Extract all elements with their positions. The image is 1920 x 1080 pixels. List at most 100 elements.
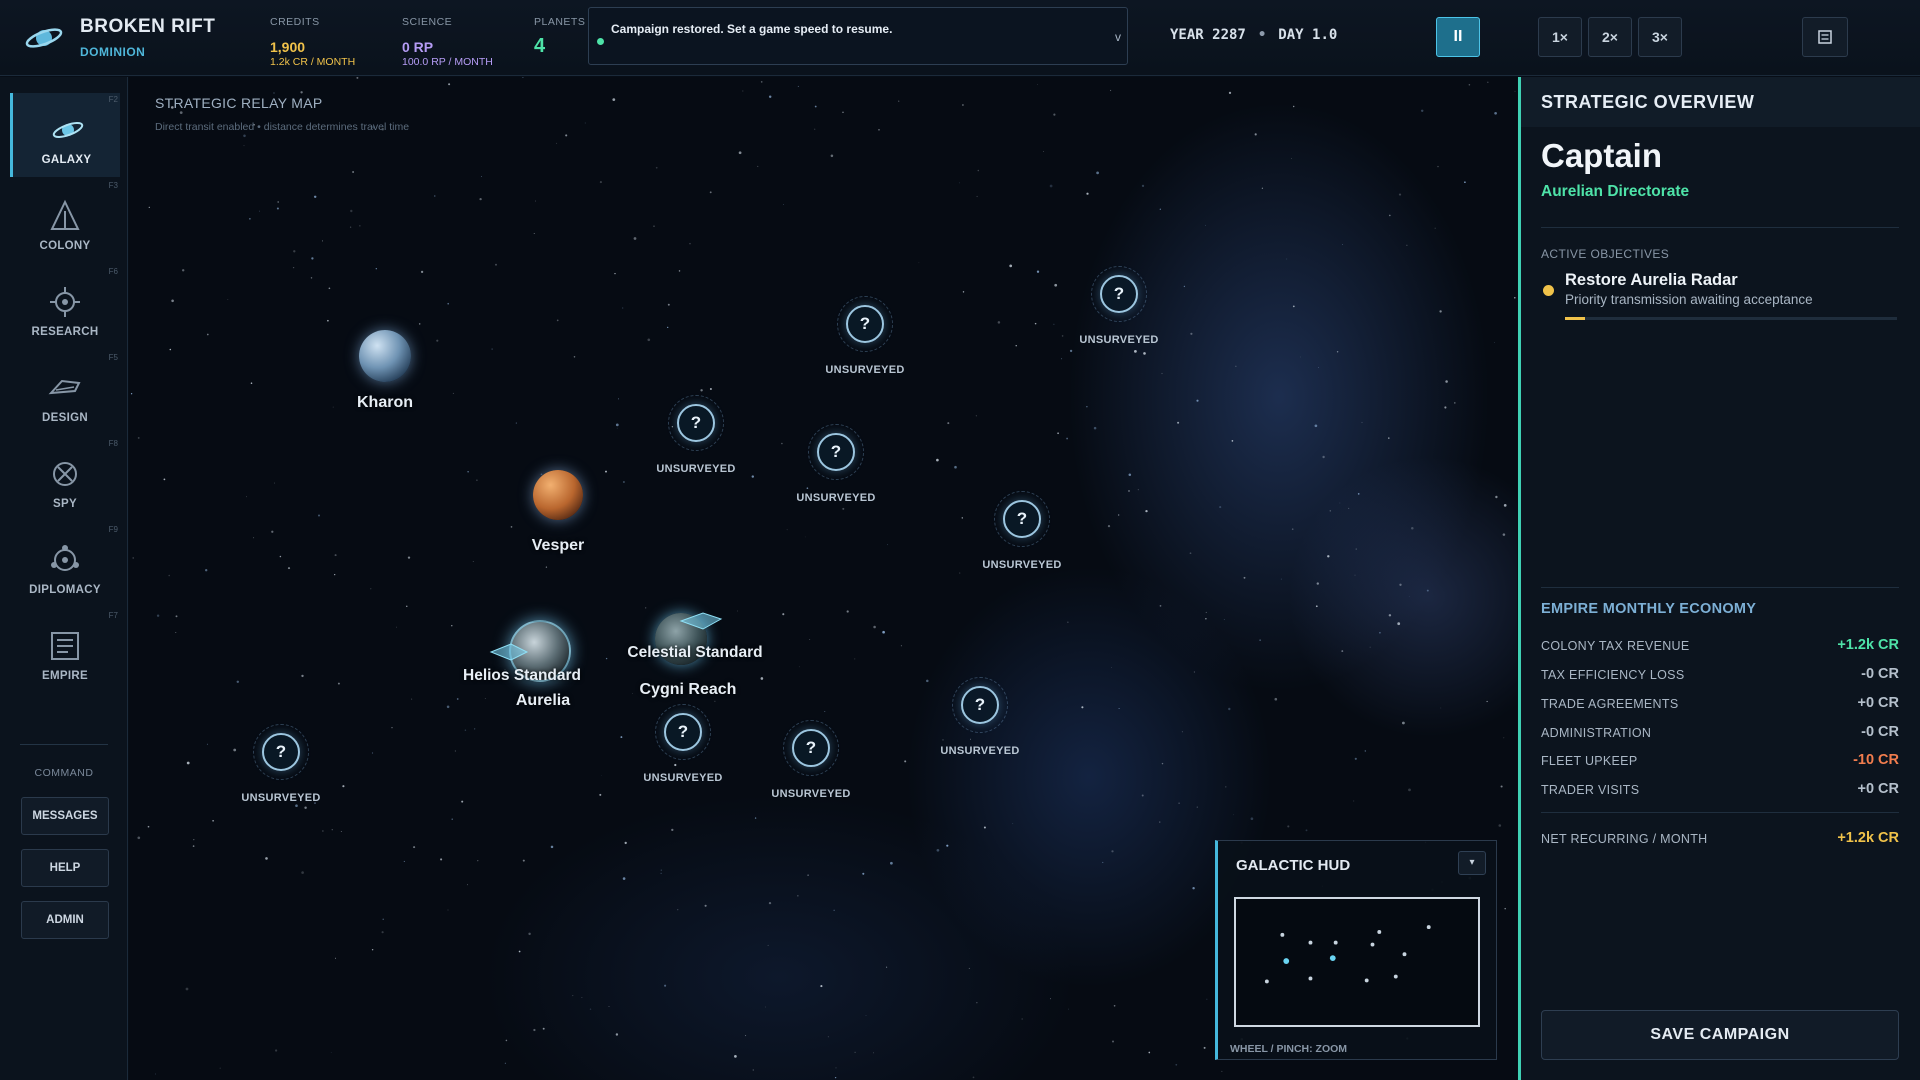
star	[420, 270, 424, 274]
star	[1243, 576, 1246, 579]
save-campaign-button[interactable]: SAVE CAMPAIGN	[1541, 1010, 1899, 1060]
planet-label-kharon: Kharon	[357, 394, 413, 411]
star	[440, 858, 443, 861]
sidebar-item-spy[interactable]: F8 SPY	[10, 437, 120, 521]
star	[1143, 352, 1146, 355]
admin-button[interactable]: ADMIN	[21, 901, 109, 939]
star	[396, 626, 397, 628]
ship-design-icon	[48, 379, 81, 395]
planet-vesper[interactable]	[533, 470, 583, 520]
star	[854, 1051, 856, 1053]
fleet-icon[interactable]	[679, 611, 723, 631]
minimap-viewport[interactable]	[1234, 897, 1480, 1027]
star	[976, 195, 978, 198]
star	[573, 356, 576, 358]
star	[1235, 365, 1237, 367]
top-bar: BROKEN RIFT DOMINION CREDITS 1,900 1.2k …	[0, 0, 1920, 76]
star	[481, 176, 482, 177]
star	[842, 507, 845, 510]
unknown-system-icon[interactable]: ?	[677, 404, 715, 442]
sidebar-item-label: EMPIRE	[42, 670, 88, 682]
notification-bar[interactable]: Campaign restored. Set a game speed to r…	[588, 7, 1128, 65]
star	[1493, 342, 1495, 343]
star	[968, 967, 970, 969]
star	[505, 1039, 508, 1042]
star	[674, 763, 677, 767]
star	[734, 1055, 737, 1058]
fleet-icon[interactable]	[489, 642, 529, 662]
star	[830, 154, 834, 158]
unknown-system-icon[interactable]: ?	[262, 733, 300, 771]
science-value: 0 RP	[402, 39, 434, 55]
star	[572, 995, 574, 997]
star	[293, 250, 296, 253]
unknown-system-icon[interactable]: ?	[846, 305, 884, 343]
net-economy-value: +1.2k CR	[1837, 830, 1899, 846]
hotkey-hint: F5	[108, 353, 118, 362]
collapse-toggle-button[interactable]: ▾	[1458, 851, 1486, 875]
star	[406, 605, 408, 607]
star	[243, 134, 246, 138]
star	[1137, 489, 1139, 491]
star	[243, 145, 245, 147]
star	[1093, 426, 1097, 430]
star	[1190, 332, 1193, 335]
unknown-system-icon[interactable]: ?	[664, 713, 702, 751]
star	[616, 427, 618, 429]
star	[961, 104, 964, 106]
star	[137, 836, 141, 840]
speed-1x-button[interactable]: 1×	[1538, 17, 1582, 57]
star	[495, 263, 497, 266]
sidebar-item-colony[interactable]: F3 COLONY	[10, 179, 120, 263]
star	[677, 909, 679, 911]
star	[1314, 424, 1318, 428]
star	[1502, 533, 1506, 536]
sidebar-item-research[interactable]: F6 RESEARCH	[10, 265, 120, 349]
sidebar-item-empire[interactable]: F7 EMPIRE	[10, 609, 120, 693]
star	[1388, 437, 1390, 439]
objective-title[interactable]: Restore Aurelia Radar	[1565, 271, 1738, 290]
unknown-system-icon[interactable]: ?	[961, 686, 999, 724]
star	[510, 526, 513, 528]
star	[1081, 706, 1084, 709]
star	[615, 1033, 619, 1036]
star	[206, 743, 208, 745]
star	[1178, 802, 1180, 804]
menu-button[interactable]	[1802, 17, 1848, 57]
star	[340, 831, 342, 833]
star	[700, 389, 703, 392]
star	[1292, 305, 1295, 308]
star	[479, 197, 482, 201]
star	[814, 128, 816, 130]
star	[1254, 133, 1257, 136]
help-button[interactable]: HELP	[21, 849, 109, 887]
planet-kharon[interactable]	[359, 330, 411, 382]
star	[1054, 283, 1058, 287]
sidebar-divider	[20, 744, 108, 745]
chevron-down-icon[interactable]: v	[1115, 30, 1121, 44]
unknown-system-icon[interactable]: ?	[817, 433, 855, 471]
star	[1293, 105, 1295, 108]
star	[782, 613, 785, 616]
unknown-system-icon[interactable]: ?	[1003, 500, 1041, 538]
star	[381, 931, 384, 934]
messages-button[interactable]: MESSAGES	[21, 797, 109, 835]
speed-2x-button[interactable]: 2×	[1588, 17, 1632, 57]
star	[1061, 358, 1063, 360]
star	[936, 458, 939, 462]
speed-3x-button[interactable]: 3×	[1638, 17, 1682, 57]
star	[1034, 322, 1037, 325]
star	[1021, 1018, 1023, 1020]
sidebar-item-design[interactable]: F5 DESIGN	[10, 351, 120, 435]
star	[132, 557, 134, 559]
star	[827, 1036, 829, 1038]
star	[605, 470, 607, 473]
star	[1118, 514, 1120, 516]
unknown-system-icon[interactable]: ?	[792, 729, 830, 767]
economy-row: TRADER VISITS +0 CR	[1541, 781, 1899, 801]
star	[961, 517, 964, 519]
pause-button[interactable]: II	[1436, 17, 1480, 57]
sidebar-item-galaxy[interactable]: F2 GALAXY	[10, 93, 120, 177]
unknown-system-icon[interactable]: ?	[1100, 275, 1138, 313]
sidebar-item-diplomacy[interactable]: F9 DIPLOMACY	[10, 523, 120, 607]
